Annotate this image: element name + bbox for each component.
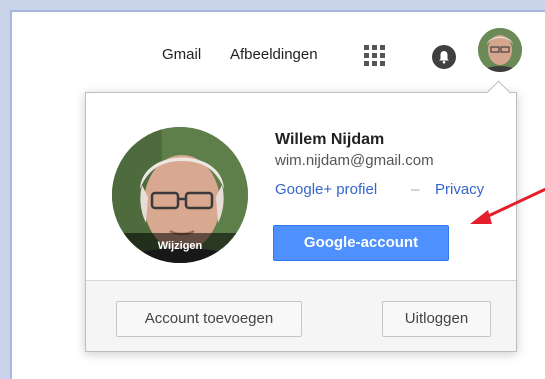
page-background: Gmail Afbeeldingen Wijzigen Willem Nijda… xyxy=(10,10,545,379)
popup-footer: Account toevoegen Uitloggen xyxy=(86,280,516,351)
google-plus-profile-link[interactable]: Google+ profiel xyxy=(275,181,377,198)
user-email: wim.nijdam@gmail.com xyxy=(275,152,434,169)
gmail-link[interactable]: Gmail xyxy=(162,46,201,63)
logout-button[interactable]: Uitloggen xyxy=(382,301,491,337)
images-link[interactable]: Afbeeldingen xyxy=(230,46,318,63)
google-account-button[interactable]: Google-account xyxy=(273,225,449,261)
add-account-button[interactable]: Account toevoegen xyxy=(116,301,302,337)
bell-icon[interactable] xyxy=(432,45,456,69)
account-avatar-button[interactable] xyxy=(478,28,522,72)
top-bar: Gmail Afbeeldingen xyxy=(12,12,545,92)
profile-photo[interactable]: Wijzigen xyxy=(112,127,248,263)
account-popup: Wijzigen Willem Nijdam wim.nijdam@gmail.… xyxy=(85,80,517,352)
change-photo-label[interactable]: Wijzigen xyxy=(112,233,248,263)
user-name: Willem Nijdam xyxy=(275,131,385,148)
link-separator: – xyxy=(411,181,420,198)
apps-grid-icon[interactable] xyxy=(364,45,386,67)
annotation-arrow xyxy=(470,187,545,224)
